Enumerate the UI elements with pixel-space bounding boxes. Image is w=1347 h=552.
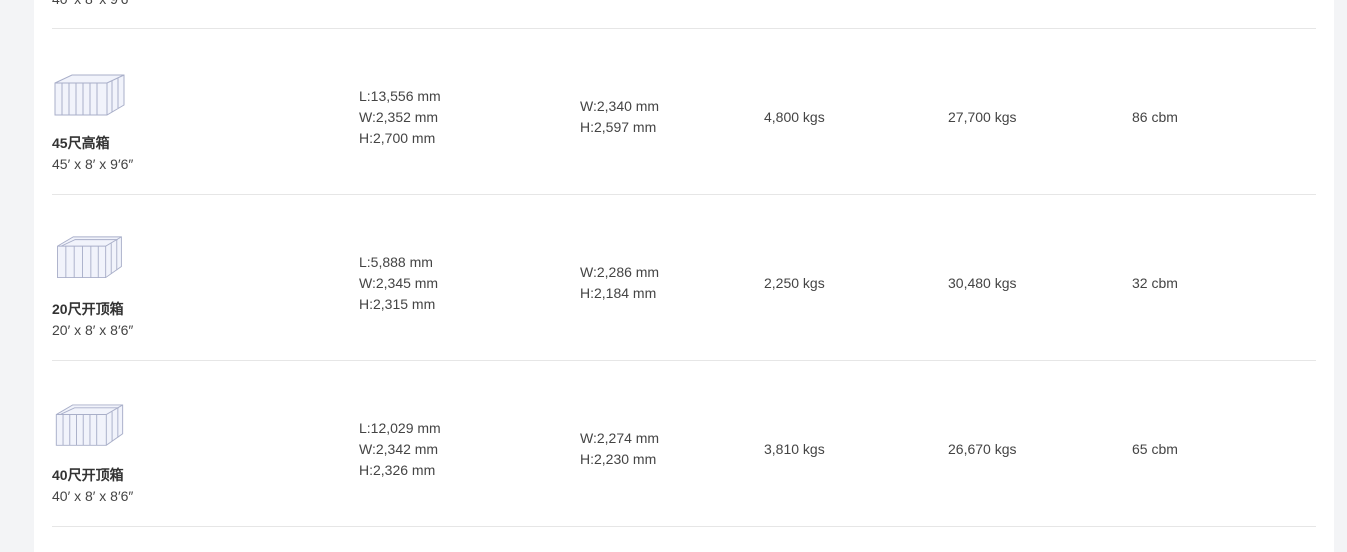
door-opening: W:2,340 mm H:2,597 mm [580, 98, 660, 135]
row-divider [52, 526, 1316, 527]
cubic-capacity: 86 cbm [1132, 109, 1178, 125]
open-top-container-icon [57, 236, 122, 279]
container-name: 20尺开顶箱 [52, 301, 124, 317]
table-row: 20尺开顶箱 20′ x 8′ x 8′6″ L:5,888 mm W:2,345… [0, 195, 1347, 361]
container-name: 45尺高箱 [52, 135, 110, 151]
max-payload: 30,480 kgs [948, 275, 1017, 291]
container-dimensions: 40′ x 8′ x 9′6″ [52, 0, 133, 8]
open-top-container-icon [55, 404, 124, 446]
max-payload: 27,700 kgs [948, 109, 1017, 125]
container-dimensions: 40′ x 8′ x 8′6″ [52, 488, 134, 504]
tare-weight: 2,250 kgs [764, 275, 825, 291]
container-name: 40尺开顶箱 [52, 467, 124, 483]
high-cube-container-icon [54, 74, 125, 116]
interior-dimensions: L:13,556 mm W:2,352 mm H:2,700 mm [359, 88, 441, 146]
door-opening: W:2,274 mm H:2,230 mm [580, 430, 660, 467]
table-row: 40尺开顶箱 40′ x 8′ x 8′6″ L:12,029 mm W:2,34… [0, 361, 1347, 527]
max-payload: 26,670 kgs [948, 441, 1017, 457]
container-dimensions: 20′ x 8′ x 8′6″ [52, 322, 134, 338]
tare-weight: 3,810 kgs [764, 441, 825, 457]
interior-dimensions: L:12,029 mm W:2,342 mm H:2,326 mm [359, 420, 441, 478]
interior-dimensions: L:5,888 mm W:2,345 mm H:2,315 mm [359, 254, 439, 312]
door-opening: W:2,286 mm H:2,184 mm [580, 264, 660, 301]
table-row: 45尺高箱 45′ x 8′ x 9′6″ L:13,556 mm W:2,352… [0, 29, 1347, 195]
cubic-capacity: 32 cbm [1132, 275, 1178, 291]
cubic-capacity: 65 cbm [1132, 441, 1178, 457]
tare-weight: 4,800 kgs [764, 109, 825, 125]
container-dimensions: 45′ x 8′ x 9′6″ [52, 156, 134, 172]
